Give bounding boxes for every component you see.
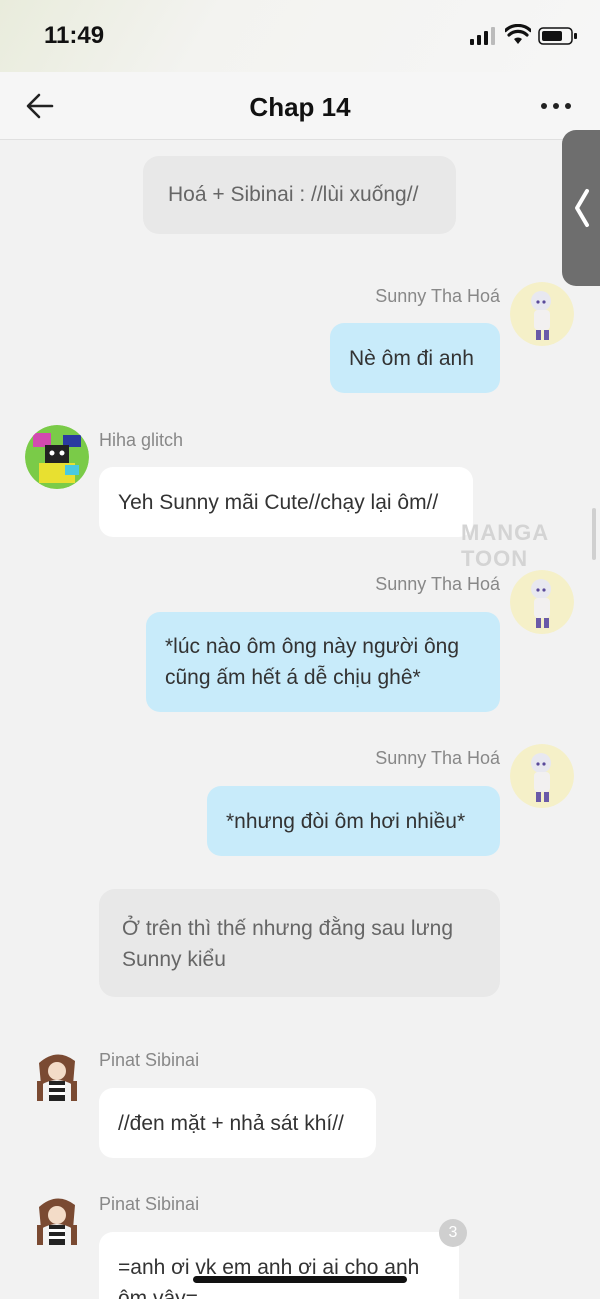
message-text: *nhưng đòi ôm hơi nhiều* bbox=[226, 810, 466, 833]
chevron-left-icon bbox=[575, 189, 589, 227]
home-indicator[interactable] bbox=[193, 1276, 407, 1283]
scroll-indicator[interactable] bbox=[592, 508, 596, 560]
message-text: *lúc nào ôm ông này người ông bbox=[165, 635, 460, 658]
avatar-sunny[interactable] bbox=[510, 282, 574, 346]
avatar-sunny[interactable] bbox=[510, 744, 574, 808]
message-text: Yeh Sunny mãi Cute//chạy lại ôm// bbox=[118, 491, 439, 514]
message-bubble[interactable]: *nhưng đòi ôm hơi nhiều* bbox=[207, 786, 500, 856]
message-bubble[interactable]: //đen mặt + nhả sát khí// bbox=[99, 1088, 376, 1158]
more-options-icon[interactable] bbox=[536, 94, 576, 118]
nav-bar: Chap 14 bbox=[0, 72, 600, 140]
wifi-icon bbox=[505, 24, 531, 44]
cellular-signal-icon bbox=[470, 27, 495, 45]
avatar-pinat[interactable] bbox=[25, 1045, 89, 1109]
sender-name: Pinat Sibinai bbox=[99, 1050, 200, 1070]
narration-text: Ở trên thì thế nhưng đằng sau lưng bbox=[122, 917, 454, 940]
side-drawer-tab[interactable] bbox=[562, 130, 600, 286]
narration-text: Sunny kiểu bbox=[122, 948, 226, 971]
message-bubble[interactable]: =anh ơi vk em anh ơi ai cho anh ôm vậy= bbox=[99, 1232, 459, 1299]
comment-count-badge[interactable]: 3 bbox=[439, 1219, 467, 1247]
sender-name: Sunny Tha Hoá bbox=[375, 748, 500, 768]
message-bubble[interactable]: Yeh Sunny mãi Cute//chạy lại ôm// bbox=[99, 467, 473, 537]
message-text: cũng ấm hết á dễ chịu ghê* bbox=[165, 666, 421, 689]
message-bubble[interactable]: *lúc nào ôm ông này người ông cũng ấm hế… bbox=[146, 612, 500, 712]
message-bubble[interactable]: Nè ôm đi anh bbox=[330, 323, 500, 393]
message-text: Nè ôm đi anh bbox=[349, 347, 474, 370]
narration-block: Ở trên thì thế nhưng đằng sau lưng Sunny… bbox=[99, 889, 500, 997]
avatar-hiha[interactable] bbox=[25, 425, 89, 489]
sender-name: Sunny Tha Hoá bbox=[375, 574, 500, 594]
status-time: 11:49 bbox=[44, 22, 105, 49]
mangatoon-watermark: MANGA TOON bbox=[461, 520, 549, 571]
narration-block: Hoá + Sibinai : //lùi xuống// bbox=[143, 156, 456, 234]
avatar-pinat[interactable] bbox=[25, 1189, 89, 1253]
sender-name: Pinat Sibinai bbox=[99, 1194, 200, 1214]
page-title: Chap 14 bbox=[249, 92, 351, 122]
sender-name: Sunny Tha Hoá bbox=[375, 286, 500, 306]
avatar-sunny[interactable] bbox=[510, 570, 574, 634]
narration-text: Hoá + Sibinai : //lùi xuống// bbox=[168, 183, 419, 206]
status-bar: 11:49 bbox=[0, 0, 600, 72]
message-text: ôm vậy= bbox=[118, 1287, 198, 1299]
message-text: //đen mặt + nhả sát khí// bbox=[118, 1112, 344, 1135]
sender-name: Hiha glitch bbox=[99, 430, 184, 450]
battery-icon bbox=[538, 27, 577, 45]
